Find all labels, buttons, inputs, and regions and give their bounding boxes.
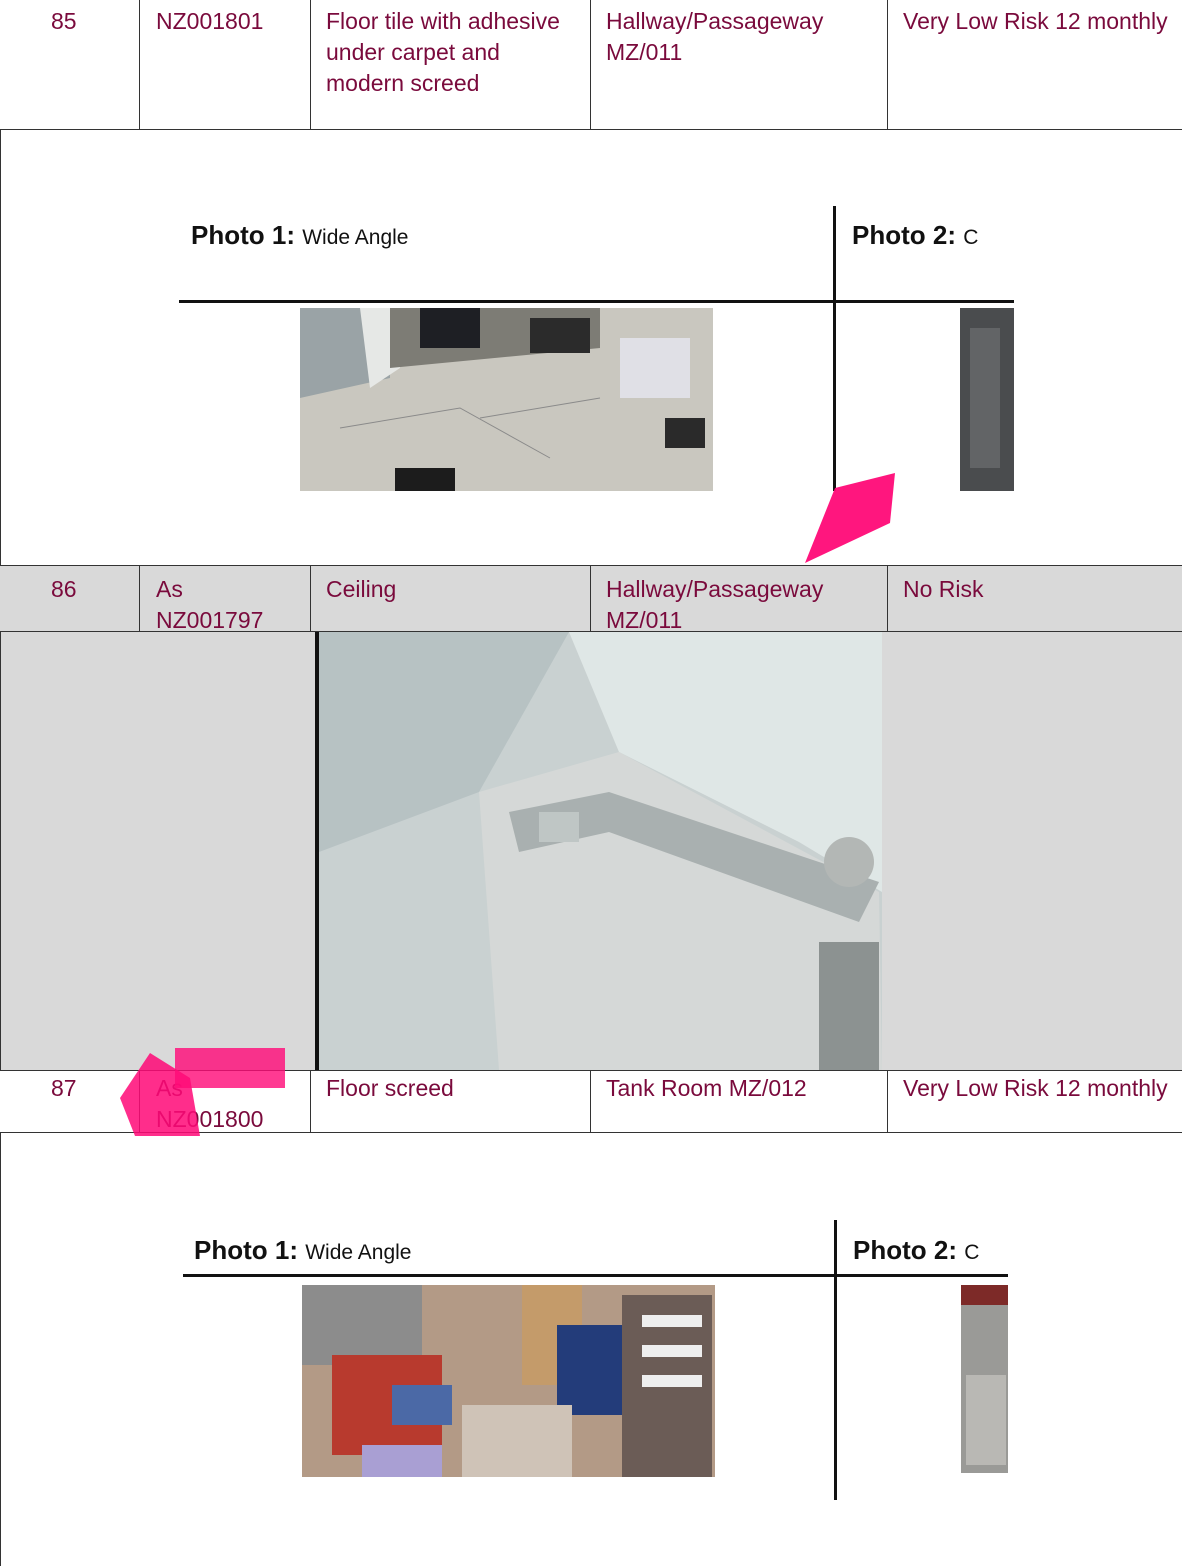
photo-1-heading: Photo 1: Wide Angle — [191, 220, 409, 250]
risk-rating: Very Low Risk 12 monthly — [903, 1075, 1168, 1101]
photo-panel: Photo 1: Wide Angle Photo 2: C — [0, 130, 1182, 565]
watermark-fragment — [795, 468, 905, 578]
watermark-fragment — [175, 1048, 295, 1088]
close-up-photo — [961, 1285, 1008, 1473]
photo-panel: Photo 1: Wide Angle Photo 2: C — [0, 1133, 1182, 1566]
close-up-photo — [960, 308, 1014, 491]
material-description: Floor tile with adhesive under carpet an… — [326, 8, 560, 96]
material-description: Ceiling — [326, 576, 397, 602]
sample-ref: NZ001801 — [156, 8, 264, 34]
table-row: 85 NZ001801 Floor tile with adhesive und… — [0, 0, 1182, 130]
photo-2-heading: Photo 2: C — [853, 1235, 980, 1265]
row-number: 85 — [51, 8, 77, 34]
sample-ref: As NZ001797 — [156, 576, 264, 633]
material-description: Floor screed — [326, 1075, 454, 1101]
document-page: 85 NZ001801 Floor tile with adhesive und… — [0, 0, 1182, 1566]
table-row: 86 As NZ001797 Ceiling Hallway/Passagewa… — [0, 565, 1182, 633]
ceiling-photo — [319, 632, 882, 1070]
location: Hallway/Passageway MZ/011 — [606, 8, 824, 65]
location: Tank Room MZ/012 — [606, 1075, 807, 1101]
risk-rating: Very Low Risk 12 monthly — [903, 8, 1168, 34]
risk-rating: No Risk — [903, 576, 984, 602]
photo-2-heading: Photo 2: C — [852, 220, 979, 250]
wide-angle-photo — [302, 1285, 715, 1477]
photo-panel — [0, 632, 1182, 1070]
row-number: 86 — [51, 576, 77, 602]
photo-1-heading: Photo 1: Wide Angle — [194, 1235, 412, 1265]
wide-angle-photo — [300, 308, 713, 491]
